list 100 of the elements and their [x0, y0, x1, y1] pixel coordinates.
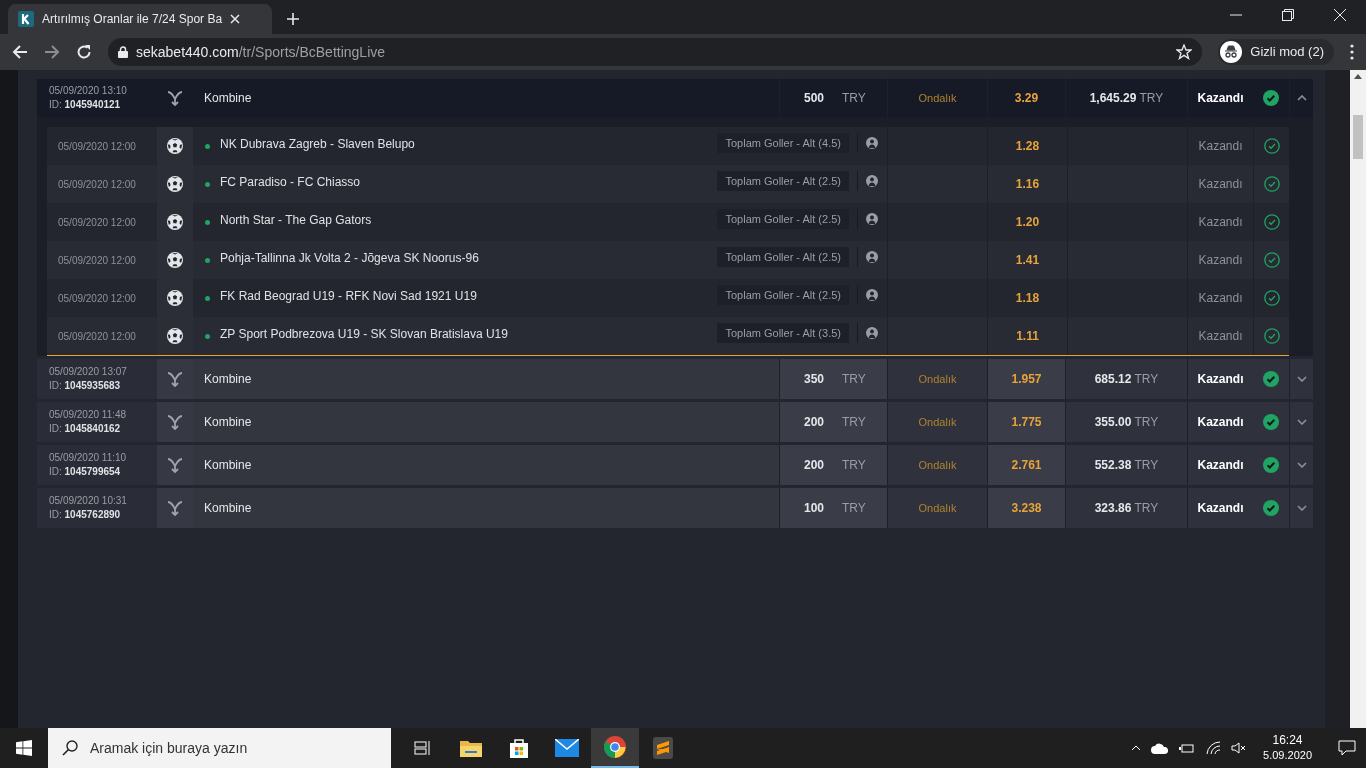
stake-amount: 200 [802, 414, 824, 431]
new-tab-icon[interactable] [286, 12, 300, 26]
bet-type: Kombine [204, 371, 252, 388]
market-tag: Toplam Goller - Alt (2.5) [717, 285, 849, 305]
star-icon[interactable] [1176, 44, 1193, 60]
check-circle-icon [1263, 214, 1280, 230]
selection-status: Kazandı [1198, 214, 1243, 231]
odds-format: Ondalık [918, 371, 957, 387]
bet-type: Kombine [204, 414, 252, 431]
bet-row[interactable]: 05/09/2020 11:48 ID: 1045840162 Kombine 200 TRY Ondalık 1.775 355.00 TRY Kazandı [37, 402, 1313, 442]
reload-icon[interactable] [76, 44, 92, 60]
check-circle-icon [1263, 414, 1279, 430]
soccer-ball-icon [167, 176, 183, 192]
taskbar-search-field[interactable]: Aramak için buraya yazın [48, 728, 391, 768]
chevron-down-icon[interactable] [1296, 419, 1307, 425]
market-tag: Toplam Goller - Alt (2.5) [717, 171, 849, 191]
combo-bet-icon [167, 414, 183, 430]
stake-amount: 200 [802, 457, 824, 474]
event-name: FC Paradiso - FC Chiasso [220, 174, 361, 191]
bet-status: Kazandı [1197, 371, 1244, 388]
menu-icon[interactable] [1350, 44, 1354, 60]
tab-title: Artırılmış Oranlar ile 7/24 Spor Ba [42, 11, 223, 28]
currency-label: TRY [842, 457, 866, 474]
selection-odds: 1.16 [1015, 176, 1040, 193]
selection-date: 05/09/2020 12:00 [58, 253, 136, 268]
clock-time[interactable]: 16:24 [1272, 733, 1303, 748]
scrollbar[interactable] [1350, 70, 1366, 728]
windows-start-icon[interactable] [16, 740, 32, 756]
battery-icon[interactable] [1179, 742, 1196, 754]
bet-row[interactable]: 05/09/2020 10:31 ID: 1045762890 Kombine 100 TRY Ondalık 3.238 323.86 TRY Kazandı [37, 488, 1313, 528]
bet-date: 05/09/2020 10:31 [49, 494, 128, 508]
notification-icon[interactable] [1338, 740, 1356, 756]
check-circle-icon [1263, 176, 1280, 192]
scroll-up-icon[interactable] [1354, 74, 1362, 79]
stake-amount: 100 [802, 500, 824, 517]
event-name: NK Dubrava Zagreb - Slaven Belupo [220, 136, 415, 153]
currency-label: TRY [842, 414, 866, 431]
bet-status: Kazandı [1197, 500, 1244, 517]
cloud-icon[interactable] [1151, 742, 1170, 754]
user-icon [866, 213, 878, 225]
back-arrow-icon[interactable] [12, 44, 28, 60]
payout-amount: 1,645.29 TRY [1089, 90, 1164, 107]
bet-type: Kombine [204, 500, 252, 517]
wifi-icon[interactable] [1205, 741, 1222, 755]
bet-row[interactable]: 05/09/2020 13:07 ID: 1045935683 Kombine 350 TRY Ondalık 1.957 685.12 TRY Kazandı [37, 359, 1313, 399]
bet-id: ID: 1045935683 [49, 379, 122, 393]
bet-date: 05/09/2020 11:10 [49, 451, 128, 465]
scrollbar-thumb[interactable] [1353, 115, 1363, 159]
soccer-ball-icon [167, 252, 183, 268]
total-odds: 3.29 [1014, 90, 1039, 107]
close-window-icon[interactable] [1334, 9, 1346, 21]
mail-envelope-icon[interactable] [555, 739, 579, 757]
selection-status: Kazandı [1198, 252, 1243, 269]
user-icon [866, 175, 878, 187]
task-view-icon[interactable] [414, 740, 432, 756]
check-circle-icon [1263, 328, 1280, 344]
payout-amount: 685.12 TRY [1094, 371, 1159, 388]
shopping-bag-icon[interactable] [509, 738, 529, 758]
chevron-down-icon[interactable] [1296, 462, 1307, 468]
payout-amount: 552.38 TRY [1094, 457, 1159, 474]
chrome-browser-icon[interactable] [604, 736, 626, 758]
incognito-button[interactable]: Gizli mod (2) [1218, 39, 1334, 65]
check-circle-icon [1263, 252, 1280, 268]
market-tag: Toplam Goller - Alt (4.5) [717, 133, 849, 153]
total-odds: 1.957 [1011, 371, 1042, 388]
browser-tab[interactable]: Artırılmış Oranlar ile 7/24 Spor Ba [8, 4, 272, 34]
user-icon [866, 251, 878, 263]
folder-icon[interactable] [460, 739, 482, 757]
chevron-down-icon[interactable] [1296, 376, 1307, 382]
incognito-icon [1220, 41, 1243, 63]
bet-type: Kombine [204, 90, 252, 107]
bet-row[interactable]: 05/09/2020 13:10 ID: 1045940121 Kombine 500 TRY Ondalık 3.29 1,645.29 TRY Kazandı [37, 79, 1313, 117]
selection-date: 05/09/2020 12:00 [58, 291, 136, 306]
close-icon[interactable] [230, 14, 241, 24]
event-name: Pohja-Tallinna Jk Volta 2 - Jõgeva SK Noorus-96 [220, 250, 479, 267]
forward-arrow-icon[interactable] [44, 44, 60, 60]
chevron-down-icon[interactable] [1296, 505, 1307, 511]
speaker-muted-icon[interactable] [1231, 742, 1248, 754]
address-bar[interactable]: sekabet440.com/tr/Sports/BcBettingLive [108, 38, 1203, 66]
event-name: North Star - The Gap Gators [220, 212, 372, 229]
clock-date[interactable]: 5.09.2020 [1263, 748, 1312, 763]
currency-label: TRY [842, 90, 866, 107]
selection-odds: 1.11 [1016, 328, 1039, 345]
bet-status: Kazandı [1197, 414, 1244, 431]
lock-icon [118, 46, 128, 58]
bet-date: 05/09/2020 11:48 [49, 408, 128, 422]
selection-odds: 1.20 [1015, 214, 1040, 231]
market-tag: Toplam Goller - Alt (2.5) [717, 209, 849, 229]
restore-icon[interactable] [1282, 9, 1294, 21]
selection-status: Kazandı [1198, 176, 1243, 193]
bet-id: ID: 1045840162 [49, 422, 122, 436]
combo-bet-icon [167, 371, 183, 387]
odds-format: Ondalık [918, 90, 957, 106]
soccer-ball-icon [167, 214, 183, 230]
check-circle-icon [1263, 138, 1280, 154]
bet-row[interactable]: 05/09/2020 11:10 ID: 1045799654 Kombine 200 TRY Ondalık 2.761 552.38 TRY Kazandı [37, 445, 1313, 485]
sublime-editor-icon[interactable] [653, 737, 673, 759]
check-circle-icon [1263, 371, 1279, 387]
search-icon [62, 740, 78, 756]
bet-date: 05/09/2020 13:07 [49, 365, 128, 379]
